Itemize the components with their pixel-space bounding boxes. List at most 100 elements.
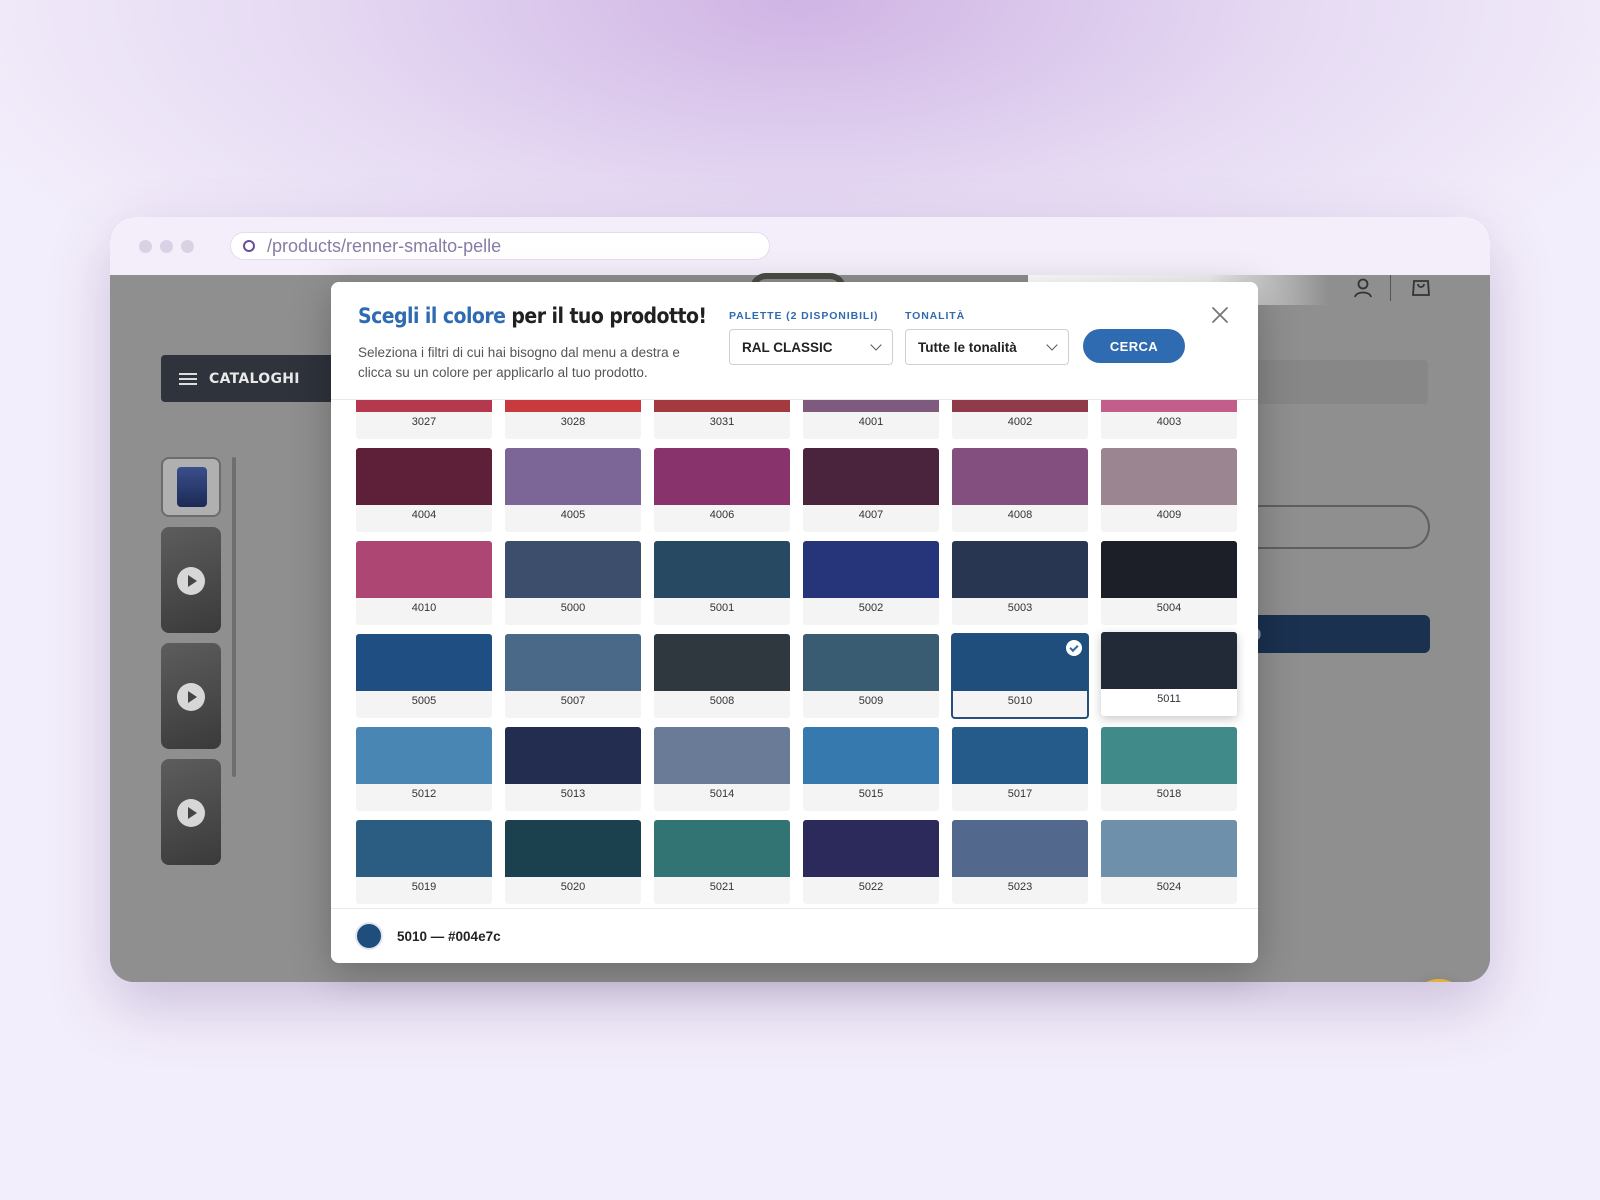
swatch-color-chip xyxy=(356,448,492,505)
color-swatch[interactable]: 5017 xyxy=(952,727,1088,811)
swatch-color-chip xyxy=(1101,820,1237,877)
address-bar[interactable]: /products/renner-smalto-pelle xyxy=(230,232,770,260)
swatch-color-chip xyxy=(952,820,1088,877)
thumbnail-scrollbar[interactable] xyxy=(232,457,236,777)
color-swatch[interactable]: 5007 xyxy=(505,634,641,718)
swatch-color-chip xyxy=(952,448,1088,505)
color-swatch[interactable]: 5015 xyxy=(803,727,939,811)
color-swatch[interactable]: 4008 xyxy=(952,448,1088,532)
color-swatch[interactable]: 5024 xyxy=(1101,820,1237,904)
color-swatch[interactable]: 5001 xyxy=(654,541,790,625)
swatch-color-chip xyxy=(505,400,641,412)
cart-bag-icon[interactable] xyxy=(1410,275,1432,297)
swatch-code: 5018 xyxy=(1156,788,1182,800)
swatch-color-chip xyxy=(1101,727,1237,784)
modal-footer: 5010 — #004e7c xyxy=(331,908,1258,963)
swatch-color-chip xyxy=(803,820,939,877)
close-icon[interactable] xyxy=(1209,304,1231,326)
catalog-menu-button[interactable]: CATALOGHI xyxy=(161,355,351,402)
palette-label: PALETTE (2 DISPONIBILI) xyxy=(729,310,879,322)
color-swatch[interactable]: 5004 xyxy=(1101,541,1237,625)
thumbnail-video[interactable] xyxy=(161,527,221,633)
swatch-color-chip xyxy=(803,448,939,505)
swatch-code: 5023 xyxy=(1007,881,1033,893)
palette-select[interactable]: RAL CLASSIC xyxy=(729,329,893,365)
swatch-code: 3028 xyxy=(560,416,586,428)
swatch-color-chip xyxy=(356,820,492,877)
color-swatch[interactable]: 5020 xyxy=(505,820,641,904)
swatch-color-chip xyxy=(952,400,1088,412)
swatch-code: 5009 xyxy=(858,695,884,707)
color-swatch[interactable]: 5018 xyxy=(1101,727,1237,811)
color-swatch[interactable]: 5012 xyxy=(356,727,492,811)
thumbnail-video[interactable] xyxy=(161,759,221,865)
color-swatch[interactable]: 5023 xyxy=(952,820,1088,904)
hamburger-icon xyxy=(179,372,197,385)
color-swatch[interactable]: 3028 xyxy=(505,400,641,439)
swatch-color-chip xyxy=(1101,400,1237,412)
paint-can-image xyxy=(177,467,207,507)
user-account-icon[interactable] xyxy=(1352,277,1374,299)
swatch-code: 5022 xyxy=(858,881,884,893)
swatch-color-chip xyxy=(654,820,790,877)
chat-button[interactable] xyxy=(1410,979,1468,982)
window-maximize-dot[interactable] xyxy=(181,240,194,253)
color-swatch[interactable]: 5000 xyxy=(505,541,641,625)
color-swatch[interactable]: 5011 xyxy=(1101,632,1237,716)
color-swatch[interactable]: 4004 xyxy=(356,448,492,532)
color-swatch[interactable]: 5014 xyxy=(654,727,790,811)
color-swatch[interactable]: 5010 xyxy=(951,633,1089,719)
modal-header: Scegli il colore per il tuo prodotto! Se… xyxy=(331,282,1258,400)
swatch-code: 5000 xyxy=(560,602,586,614)
color-swatch[interactable]: 3027 xyxy=(356,400,492,439)
window-close-dot[interactable] xyxy=(139,240,152,253)
swatch-color-chip xyxy=(803,634,939,691)
palette-select-value: RAL CLASSIC xyxy=(742,339,833,355)
color-swatch[interactable]: 5003 xyxy=(952,541,1088,625)
swatch-color-chip xyxy=(952,541,1088,598)
swatch-code: 4009 xyxy=(1156,509,1182,521)
color-swatch[interactable]: 4003 xyxy=(1101,400,1237,439)
color-swatch[interactable]: 4005 xyxy=(505,448,641,532)
color-swatch[interactable]: 5022 xyxy=(803,820,939,904)
selected-color-dot xyxy=(355,922,383,950)
color-swatch[interactable]: 5009 xyxy=(803,634,939,718)
thumbnail-video[interactable] xyxy=(161,643,221,749)
swatch-color-chip xyxy=(356,400,492,412)
color-swatch[interactable]: 5019 xyxy=(356,820,492,904)
tone-label: TONALITÀ xyxy=(905,310,966,322)
swatch-color-chip xyxy=(654,448,790,505)
swatch-color-chip xyxy=(803,727,939,784)
color-swatch[interactable]: 4001 xyxy=(803,400,939,439)
color-swatch[interactable]: 5005 xyxy=(356,634,492,718)
swatch-code: 5010 xyxy=(1007,695,1033,707)
color-swatch[interactable]: 5013 xyxy=(505,727,641,811)
swatch-code: 5008 xyxy=(709,695,735,707)
color-swatch[interactable]: 3031 xyxy=(654,400,790,439)
swatch-color-chip xyxy=(654,400,790,412)
swatch-color-chip xyxy=(505,541,641,598)
swatch-grid-viewport[interactable]: 3027 3028 3031 4001 4002 4003 4004 4005 4006 4007… xyxy=(331,400,1258,908)
swatch-color-chip xyxy=(505,634,641,691)
search-button[interactable]: CERCA xyxy=(1083,329,1185,363)
play-icon xyxy=(177,567,205,595)
modal-title-rest: per il tuo prodotto! xyxy=(511,304,707,328)
window-minimize-dot[interactable] xyxy=(160,240,173,253)
thumbnail-product-can[interactable] xyxy=(161,457,221,517)
color-swatch[interactable]: 5008 xyxy=(654,634,790,718)
swatch-color-chip xyxy=(654,727,790,784)
swatch-color-chip xyxy=(356,727,492,784)
swatch-grid: 3027 3028 3031 4001 4002 4003 4004 4005 4006 4007… xyxy=(356,400,1237,908)
color-swatch[interactable]: 4010 xyxy=(356,541,492,625)
tone-select[interactable]: Tutte le tonalità xyxy=(905,329,1069,365)
swatch-code: 3027 xyxy=(411,416,437,428)
color-swatch[interactable]: 5002 xyxy=(803,541,939,625)
chevron-down-icon xyxy=(870,339,882,351)
selected-color-text: 5010 — #004e7c xyxy=(397,928,501,944)
color-swatch[interactable]: 5021 xyxy=(654,820,790,904)
color-swatch[interactable]: 4007 xyxy=(803,448,939,532)
color-swatch[interactable]: 4006 xyxy=(654,448,790,532)
color-swatch[interactable]: 4002 xyxy=(952,400,1088,439)
modal-title: Scegli il colore per il tuo prodotto! xyxy=(358,304,707,328)
color-swatch[interactable]: 4009 xyxy=(1101,448,1237,532)
